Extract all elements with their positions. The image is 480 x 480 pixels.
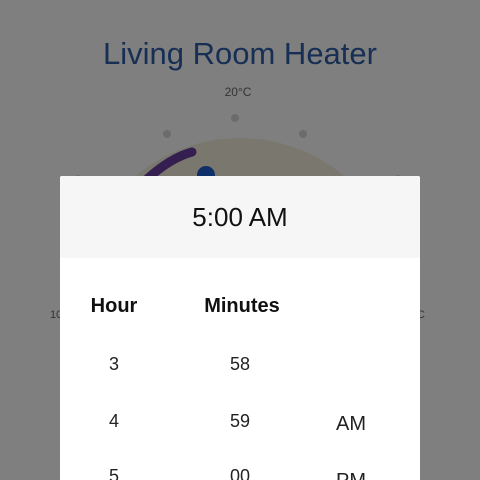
minutes-column-header: Minutes: [204, 295, 280, 317]
period-option-pm[interactable]: PM: [318, 470, 384, 480]
selected-time-display: 5:00 AM: [60, 176, 420, 258]
time-picker-dialog: 5:00 AM Hour Minutes 3 4 5 58 59 00 AM P…: [60, 176, 420, 480]
hour-column-header: Hour: [90, 295, 138, 317]
minute-option[interactable]: 59: [210, 411, 270, 432]
hour-option[interactable]: 3: [84, 354, 144, 375]
screen: Living Room Heater 20°C 10 C 5:00 AM Hou…: [0, 0, 480, 480]
minute-option[interactable]: 58: [210, 354, 270, 375]
hour-option[interactable]: 5: [84, 466, 144, 480]
hour-option[interactable]: 4: [84, 411, 144, 432]
period-option-am[interactable]: AM: [318, 413, 384, 436]
minute-option[interactable]: 00: [210, 466, 270, 480]
